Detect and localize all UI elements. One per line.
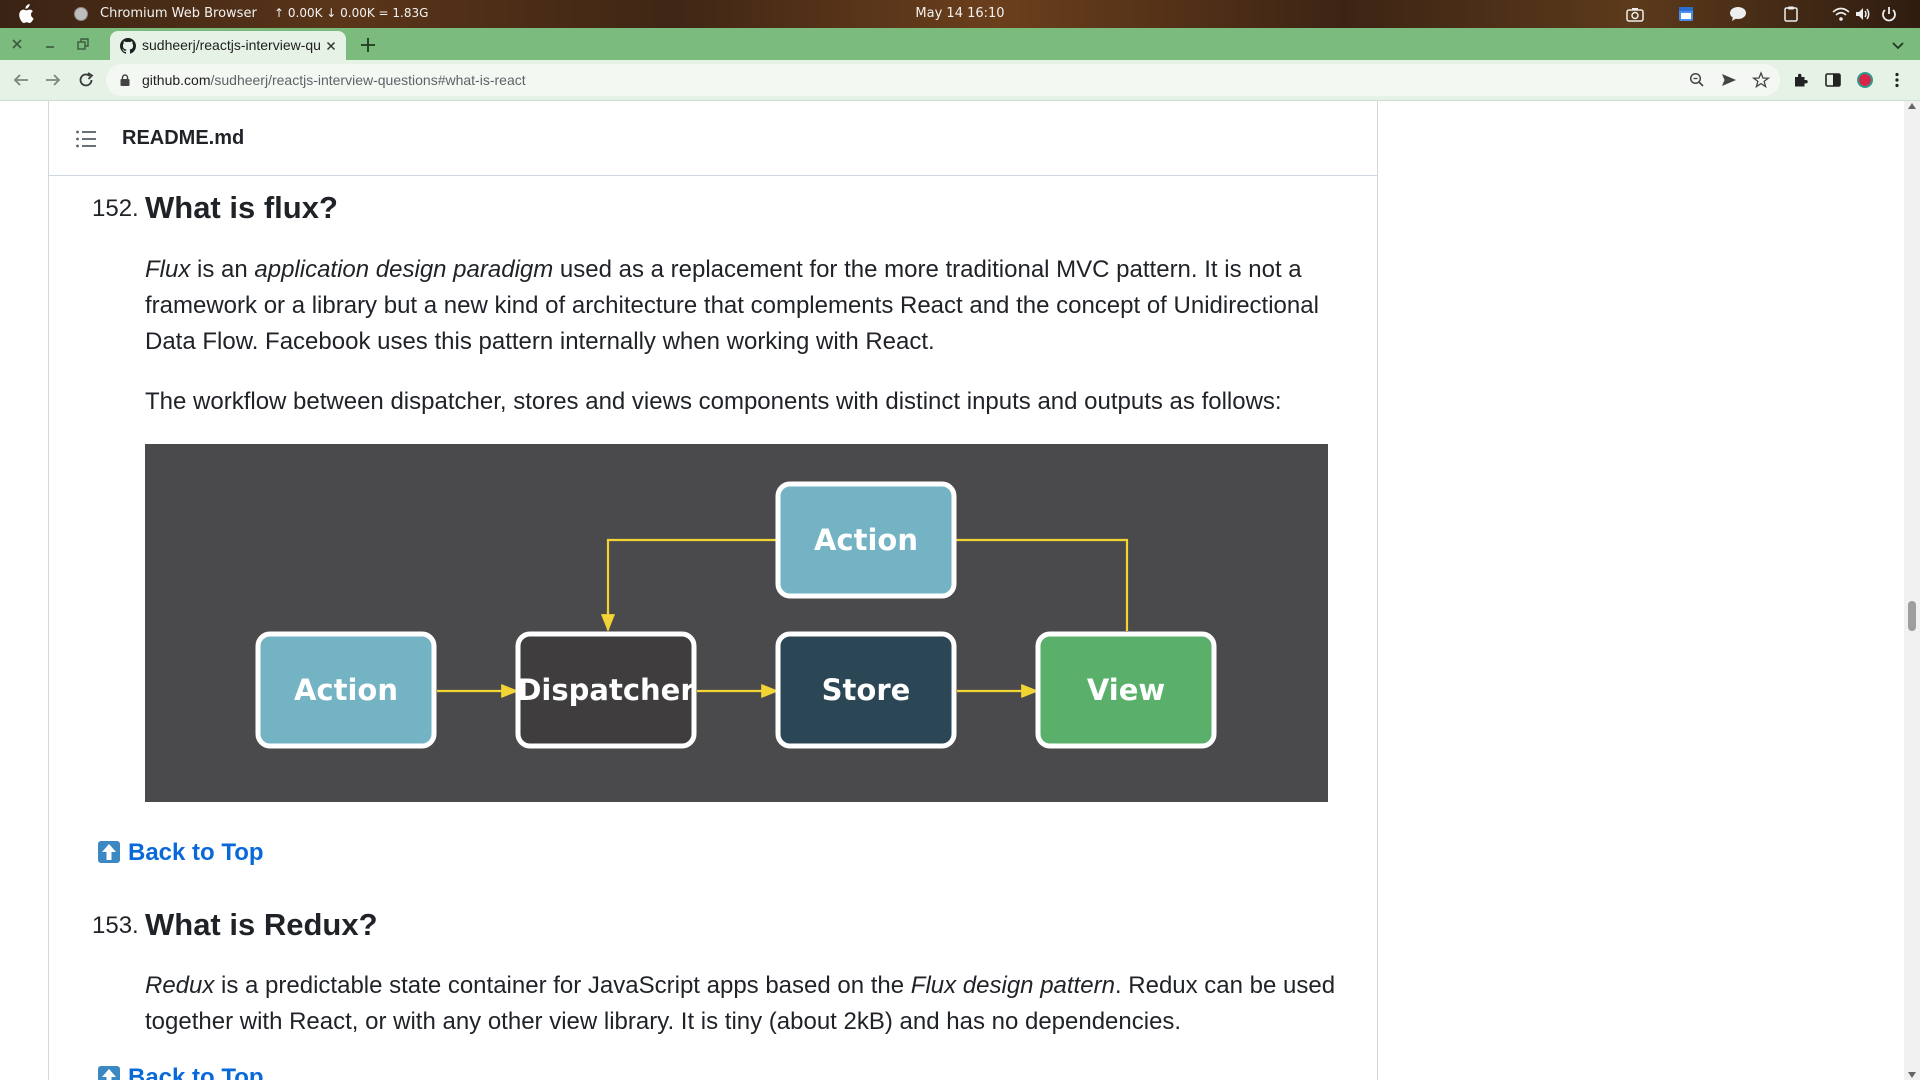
- extensions-puzzle-icon[interactable]: [1792, 71, 1810, 89]
- back-arrow-icon[interactable]: [12, 71, 30, 89]
- back-to-top-link[interactable]: Back to Top: [98, 1064, 264, 1080]
- window-close-icon[interactable]: [9, 36, 25, 52]
- paragraph-text: is a predictable state container for Jav…: [214, 972, 911, 999]
- question-title: What is flux?: [145, 190, 338, 225]
- profile-avatar-icon[interactable]: [1856, 71, 1874, 89]
- node-label: Dispatcher: [517, 673, 695, 707]
- outline-list-icon[interactable]: [75, 129, 97, 149]
- url-path: /sudheerj/reactjs-interview-questions#wh…: [210, 72, 526, 88]
- tab-strip: sudheerj/reactjs-interview-questions: [0, 28, 1920, 60]
- question-number: 152.: [92, 195, 139, 222]
- browser-menu-kebab-icon[interactable]: [1888, 71, 1906, 89]
- tab-title: sudheerj/reactjs-interview-questions: [142, 37, 320, 53]
- up-arrow-emoji-icon: [98, 841, 120, 863]
- side-panel-icon[interactable]: [1824, 71, 1842, 89]
- workflow-paragraph: The workflow between dispatcher, stores …: [145, 388, 1282, 415]
- wifi-tray-icon[interactable]: [1832, 6, 1850, 22]
- back-to-top-label: Back to Top: [128, 839, 264, 866]
- os-top-bar: Chromium Web Browser ↑ 0.00K ↓ 0.00K = 1…: [0, 0, 1920, 28]
- forward-arrow-icon[interactable]: [44, 71, 62, 89]
- calendar-tray-icon[interactable]: [1677, 6, 1695, 22]
- window-minimize-icon[interactable]: [42, 36, 58, 52]
- window-restore-icon[interactable]: [75, 36, 91, 52]
- connector-view-to-action: [955, 538, 1129, 631]
- chromium-app-icon: [74, 7, 88, 21]
- reload-icon[interactable]: [77, 71, 95, 89]
- emphasis-term: Flux design pattern: [910, 972, 1115, 999]
- node-label: Action: [294, 673, 398, 707]
- scrollbar-thumb[interactable]: [1908, 601, 1916, 631]
- node-label: View: [1087, 673, 1165, 707]
- browser-toolbar: github.com/sudheerj/reactjs-interview-qu…: [0, 60, 1920, 101]
- tab-github-readme[interactable]: sudheerj/reactjs-interview-questions: [110, 31, 346, 60]
- tab-search-chevron-icon[interactable]: [1890, 37, 1906, 53]
- send-tab-icon[interactable]: [1720, 71, 1738, 89]
- emphasis-term: Flux: [145, 256, 191, 283]
- volume-tray-icon[interactable]: [1854, 6, 1872, 22]
- flux-diagram: Action Action Dispatcher Store View: [145, 444, 1328, 802]
- active-app-name[interactable]: Chromium Web Browser: [100, 6, 257, 21]
- question-paragraph: Flux is an application design paradigm u…: [145, 252, 1345, 360]
- apple-logo-icon[interactable]: [16, 4, 34, 24]
- scroll-down-arrow-icon[interactable]: [1908, 1072, 1916, 1078]
- paragraph-text: is an: [190, 256, 255, 283]
- screenshot-tray-icon[interactable]: [1626, 6, 1644, 22]
- zoom-icon[interactable]: [1688, 71, 1706, 89]
- address-bar[interactable]: github.com/sudheerj/reactjs-interview-qu…: [106, 64, 1780, 96]
- page-scrollbar[interactable]: [1904, 101, 1920, 1080]
- node-store: Store: [775, 631, 957, 749]
- network-stats: ↑ 0.00K ↓ 0.00K = 1.83G: [274, 6, 429, 20]
- node-dispatcher: Dispatcher: [515, 631, 697, 749]
- back-to-top-label: Back to Top: [128, 1064, 264, 1080]
- node-action-top: Action: [775, 481, 957, 599]
- url-text[interactable]: github.com/sudheerj/reactjs-interview-qu…: [142, 72, 526, 88]
- url-domain: github.com: [142, 72, 211, 88]
- flux-diagram-svg: Action Action Dispatcher Store View: [255, 481, 1217, 749]
- power-tray-icon[interactable]: [1880, 6, 1898, 22]
- node-view: View: [1035, 631, 1217, 749]
- readme-filename[interactable]: README.md: [122, 127, 244, 150]
- lock-icon[interactable]: [120, 74, 130, 86]
- emphasis-term: Redux: [145, 972, 215, 999]
- node-label: Action: [814, 523, 918, 557]
- back-to-top-link[interactable]: Back to Top: [98, 839, 264, 867]
- up-arrow-emoji-icon: [98, 1066, 120, 1080]
- page-viewport: README.md 152. What is flux? Flux is an …: [0, 101, 1920, 1080]
- question-paragraph: Redux is a predictable state container f…: [145, 968, 1345, 1040]
- question-title: What is Redux?: [145, 907, 378, 942]
- bookmark-star-icon[interactable]: [1752, 71, 1770, 89]
- new-tab-plus-icon[interactable]: [358, 35, 378, 55]
- node-action: Action: [255, 631, 437, 749]
- question-number: 153.: [92, 912, 139, 939]
- scroll-up-arrow-icon[interactable]: [1908, 103, 1916, 109]
- node-label: Store: [822, 673, 911, 707]
- readme-header: README.md: [49, 101, 1377, 176]
- tab-close-icon[interactable]: [324, 39, 338, 53]
- chat-tray-icon[interactable]: [1729, 6, 1747, 22]
- emphasis-term: application design paradigm: [254, 256, 554, 283]
- github-favicon-icon: [120, 38, 136, 54]
- clipboard-tray-icon[interactable]: [1782, 6, 1800, 22]
- connector-action-to-dispatcher: [600, 538, 777, 632]
